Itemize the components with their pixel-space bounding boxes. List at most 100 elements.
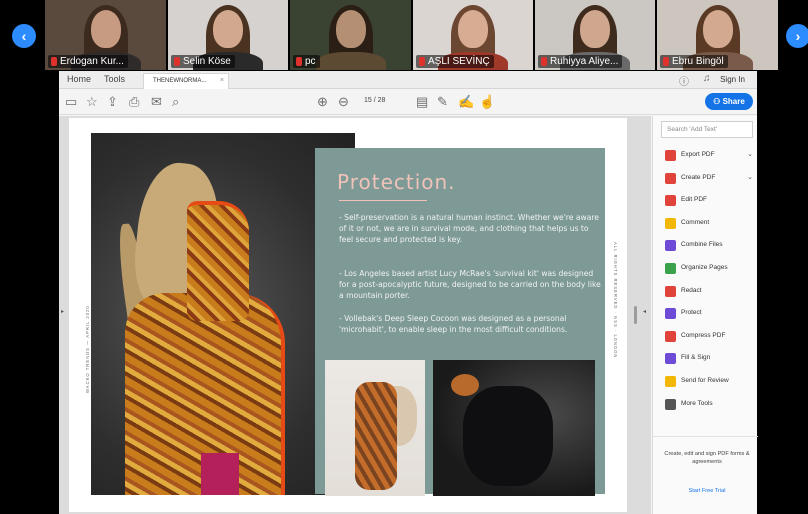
tool-send-for-review[interactable]: Send for Review bbox=[665, 374, 757, 390]
protect-icon bbox=[665, 308, 676, 320]
video-strip: Erdogan Kur... Selin Köse pc AŞLI SEVİNÇ… bbox=[0, 0, 808, 70]
title-underline bbox=[339, 200, 427, 201]
side-caption-left: WACKO TRENDS — APRIL 2020 bbox=[85, 305, 90, 393]
share-user-icon: ⚇ bbox=[713, 97, 723, 106]
mic-muted-icon bbox=[51, 57, 57, 66]
participant-tile[interactable]: pc bbox=[290, 0, 411, 70]
save-icon[interactable]: ▭ bbox=[65, 94, 77, 110]
tab-home[interactable]: Home bbox=[67, 74, 91, 84]
compress-pdf-icon bbox=[665, 330, 676, 342]
tool-label: Compress PDF bbox=[681, 331, 726, 339]
tool-label: Protect bbox=[681, 309, 702, 317]
start-free-trial-link[interactable]: Start Free Trial bbox=[661, 488, 753, 494]
participant-name: Erdogan Kur... bbox=[48, 55, 128, 68]
tool-label: Fill & Sign bbox=[681, 354, 711, 362]
chevron-down-icon[interactable]: ⌄ bbox=[747, 173, 753, 181]
participant-name: Ebru Bingöl bbox=[660, 55, 728, 68]
edit-pdf-icon bbox=[665, 195, 676, 207]
participant-tile[interactable]: Selin Köse bbox=[168, 0, 288, 70]
close-tab-icon[interactable]: × bbox=[220, 77, 224, 84]
tab-tools[interactable]: Tools bbox=[104, 74, 125, 84]
tool-comment[interactable]: Comment bbox=[665, 216, 757, 232]
mic-muted-icon bbox=[296, 57, 302, 66]
document-viewer[interactable]: ▸ Protection. - Self-preservation is a n… bbox=[59, 116, 651, 514]
participant-tile[interactable]: AŞLI SEVİNÇ bbox=[413, 0, 533, 70]
side-caption-right: ALL RIGHTS RESERVED · NSS · LONDON bbox=[613, 242, 618, 359]
help-icon[interactable]: ⓘ bbox=[679, 73, 689, 88]
paragraph: - Self-preservation is a natural human i… bbox=[339, 213, 599, 244]
chevron-right-icon: › bbox=[795, 28, 801, 44]
comment-icon[interactable]: ▤ bbox=[416, 94, 428, 110]
mic-muted-icon bbox=[663, 57, 669, 66]
redact-icon bbox=[665, 285, 676, 297]
tool-organize-pages[interactable]: Organize Pages bbox=[665, 261, 757, 277]
tool-label: Redact bbox=[681, 286, 702, 294]
tool-export-pdf[interactable]: Export PDF ⌄ bbox=[665, 148, 757, 164]
tool-label: Export PDF bbox=[681, 151, 715, 158]
participant-name: Ruhiyya Aliye... bbox=[538, 55, 623, 68]
scrollbar-handle[interactable] bbox=[634, 306, 637, 324]
more-tools-icon bbox=[665, 398, 676, 410]
participant-tile[interactable]: Erdogan Kur... bbox=[45, 0, 166, 70]
pdf-page: Protection. - Self-preservation is a nat… bbox=[69, 118, 627, 512]
mic-muted-icon bbox=[419, 57, 425, 66]
photo-sleep-cocoon bbox=[433, 360, 595, 496]
next-participants-button[interactable]: › bbox=[786, 24, 808, 48]
bookmark-star-icon[interactable]: ☆ bbox=[86, 94, 98, 110]
organize-pages-icon bbox=[665, 263, 676, 274]
tool-more-tools[interactable]: More Tools bbox=[665, 397, 757, 413]
paragraph: - Vollebak's Deep Sleep Cocoon was desig… bbox=[339, 314, 568, 334]
screen: Erdogan Kur... Selin Köse pc AŞLI SEVİNÇ… bbox=[0, 0, 808, 514]
prev-participants-button[interactable]: ‹ bbox=[12, 24, 36, 48]
pen-icon[interactable]: ✎ bbox=[437, 94, 448, 110]
share-button[interactable]: ⚇ Share bbox=[705, 93, 753, 110]
tab-document[interactable]: THENEWNORMA... × bbox=[143, 73, 229, 89]
tool-edit-pdf[interactable]: Edit PDF bbox=[665, 193, 757, 209]
main-toolbar: ▭ ☆ ⇪ ⎙ ✉ ⌕ ⊕ ⊖ 15 / 28 ▤ ✎ ✍ ☝ ⚇ Share bbox=[59, 90, 757, 115]
page-down-icon[interactable]: ⊖ bbox=[338, 94, 349, 110]
divider bbox=[653, 436, 758, 437]
zoom-search-icon[interactable]: ⌕ bbox=[172, 94, 179, 110]
tool-label: More Tools bbox=[681, 399, 713, 407]
tools-pane: Search 'Add Text' Export PDF ⌄ Create PDF ⌄… bbox=[652, 116, 758, 514]
create-pdf-icon bbox=[665, 172, 676, 184]
tool-label: Send for Review bbox=[681, 377, 729, 384]
tool-search-input[interactable]: Search 'Add Text' bbox=[661, 121, 753, 138]
email-icon[interactable]: ✉ bbox=[151, 94, 162, 110]
left-panel-toggle-icon[interactable]: ▸ bbox=[61, 308, 64, 315]
fill-sign-icon bbox=[665, 353, 676, 365]
tool-compress-pdf[interactable]: Compress PDF bbox=[665, 329, 757, 345]
chevron-down-icon[interactable]: ⌄ bbox=[747, 150, 753, 158]
tool-label: Comment bbox=[681, 218, 710, 226]
combine-files-icon bbox=[665, 240, 676, 252]
sign-icon[interactable]: ✍ bbox=[458, 94, 474, 110]
page-number[interactable]: 15 / 28 bbox=[364, 97, 385, 104]
tool-label: Create PDF bbox=[681, 173, 716, 181]
section-title: Protection. bbox=[337, 170, 456, 194]
mic-muted-icon bbox=[174, 57, 180, 66]
participant-tile[interactable]: Ebru Bingöl bbox=[657, 0, 778, 70]
photo-survival-kit bbox=[325, 360, 425, 496]
hand-tool-icon[interactable]: ☝ bbox=[479, 94, 495, 110]
bell-icon[interactable]: ♫ bbox=[703, 73, 711, 84]
tool-fill-sign[interactable]: Fill & Sign bbox=[665, 351, 757, 367]
tool-protect[interactable]: Protect bbox=[665, 306, 757, 322]
promo-text: Create, edit and sign PDF forms & agreem… bbox=[664, 451, 750, 465]
participant-name: Selin Köse bbox=[171, 55, 235, 68]
participant-name: pc bbox=[293, 55, 320, 68]
tool-label: Combine Files bbox=[681, 241, 723, 249]
chevron-left-icon: ‹ bbox=[21, 28, 27, 44]
page-up-icon[interactable]: ⊕ bbox=[317, 94, 328, 110]
tool-redact[interactable]: Redact bbox=[665, 284, 757, 300]
print-icon[interactable]: ⎙ bbox=[129, 94, 139, 110]
tool-combine-files[interactable]: Combine Files bbox=[665, 238, 757, 254]
right-panel-toggle-icon[interactable]: ◂ bbox=[643, 308, 646, 315]
upload-icon[interactable]: ⇪ bbox=[107, 94, 118, 110]
tool-create-pdf[interactable]: Create PDF ⌄ bbox=[665, 171, 757, 187]
paragraph: - Los Angeles based artist Lucy McRae's … bbox=[339, 269, 601, 300]
participant-tile[interactable]: Ruhiyya Aliye... bbox=[535, 0, 655, 70]
send-review-icon bbox=[665, 376, 676, 387]
comment-icon bbox=[665, 217, 676, 229]
participant-name: AŞLI SEVİNÇ bbox=[416, 55, 494, 68]
sign-in-link[interactable]: Sign In bbox=[720, 75, 745, 84]
